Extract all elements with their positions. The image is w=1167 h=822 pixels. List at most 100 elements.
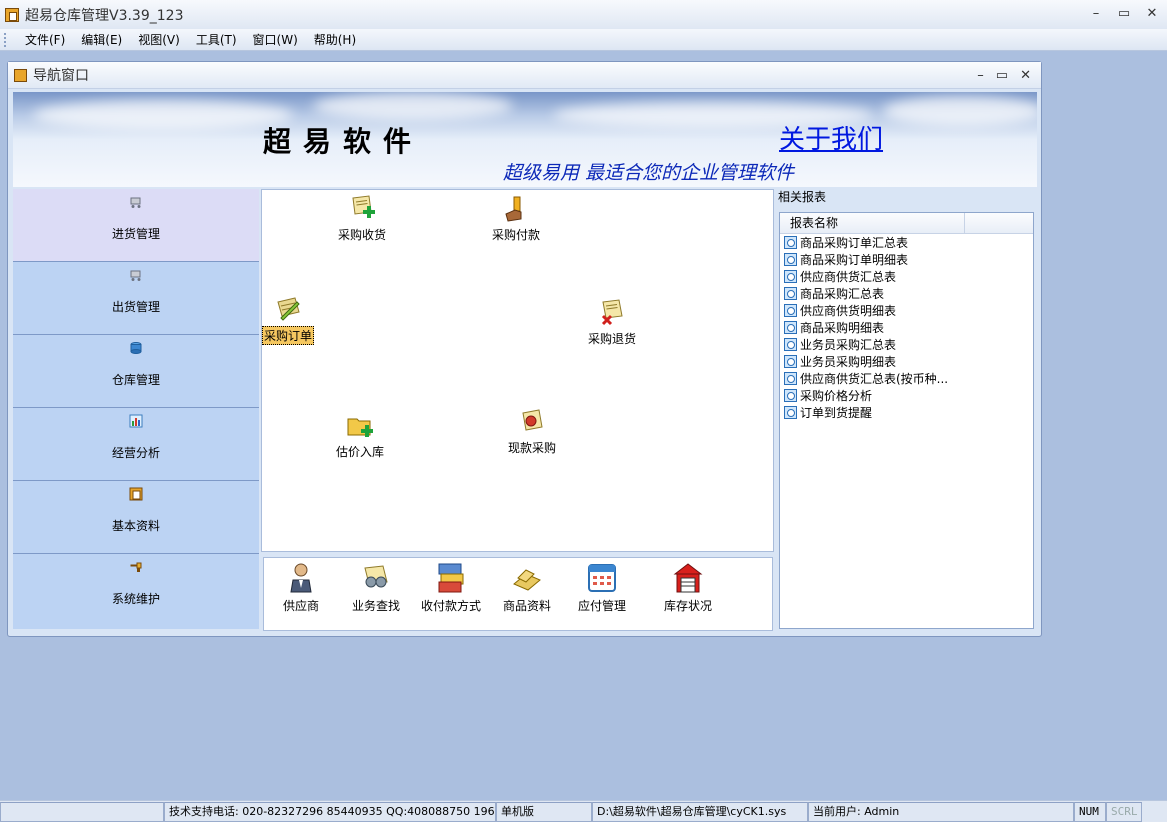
resize-grip[interactable] [1142, 802, 1167, 822]
tool-label: 供应商 [283, 599, 320, 613]
box-icon [513, 569, 541, 591]
nav-minimize-button[interactable]: – [977, 68, 984, 83]
payable-management-button[interactable]: 应付管理 [578, 562, 626, 614]
report-icon [784, 338, 797, 351]
menu-file[interactable]: 文件(F) [17, 31, 73, 48]
estimate-in-button[interactable]: 估价入库 [336, 411, 384, 460]
person-icon [290, 563, 312, 593]
nav-label: 仓库管理 [111, 373, 160, 387]
function-label: 采购付款 [492, 228, 541, 242]
nav-window-title: 导航窗口 [33, 68, 89, 84]
report-item[interactable]: 采购价格分析 [780, 387, 1033, 404]
report-name: 采购价格分析 [800, 389, 873, 403]
tool-label: 商品资料 [503, 599, 552, 613]
function-label: 现款采购 [508, 441, 557, 455]
nav-item-maintenance[interactable]: 系统维护 [13, 554, 259, 629]
nav-maximize-button[interactable]: ▭ [996, 68, 1008, 83]
purchase-receive-button[interactable]: 采购收货 [338, 194, 386, 243]
cash-purchase-button[interactable]: 现款采购 [508, 407, 556, 456]
tool-label: 收付款方式 [421, 599, 482, 613]
nav-label: 经营分析 [111, 446, 160, 460]
payment-hand-icon [505, 196, 522, 222]
status-edition: 单机版 [496, 802, 592, 822]
report-name: 商品采购汇总表 [800, 287, 885, 301]
purchase-pay-button[interactable]: 采购付款 [492, 194, 540, 243]
inventory-status-button[interactable]: 库存状况 [664, 562, 712, 614]
product-info-button[interactable]: 商品资料 [503, 562, 551, 614]
nav-item-sales[interactable]: 出货管理 [13, 262, 259, 335]
column-blank [965, 213, 1029, 233]
report-icon [784, 287, 797, 300]
business-search-button[interactable]: 业务查找 [352, 562, 400, 614]
function-label: 采购收货 [338, 228, 387, 242]
nav-item-purchase[interactable]: 进货管理 [13, 189, 259, 262]
notepad-pencil-icon [277, 297, 300, 321]
report-icon [784, 372, 797, 385]
about-us-link[interactable]: 关于我们 [779, 119, 883, 156]
report-item[interactable]: 商品采购订单汇总表 [780, 234, 1033, 251]
tool-label: 库存状况 [664, 599, 713, 613]
tool-label: 业务查找 [352, 599, 401, 613]
document-stamp-icon [522, 409, 543, 431]
reports-column-header: 报表名称 [780, 213, 1033, 234]
report-item[interactable]: 商品采购明细表 [780, 319, 1033, 336]
document-add-icon [352, 195, 375, 218]
nav-window-title-bar: 导航窗口 – ▭ ✕ [8, 62, 1041, 89]
report-name: 商品采购订单汇总表 [800, 236, 909, 250]
report-name: 商品采购订单明细表 [800, 253, 909, 267]
nav-item-warehouse[interactable]: 仓库管理 [13, 335, 259, 408]
report-item[interactable]: 订单到货提醒 [780, 404, 1033, 421]
chart-icon [129, 414, 143, 428]
status-path: D:\超易软件\超易仓库管理\cyCK1.sys [592, 802, 808, 822]
maximize-button[interactable]: ▭ [1117, 6, 1131, 21]
report-item[interactable]: 业务员采购汇总表 [780, 336, 1033, 353]
report-name: 商品采购明细表 [800, 321, 885, 335]
title-bar: 超易仓库管理V3.39_123 – ▭ ✕ [0, 0, 1167, 29]
report-name: 供应商供货汇总表(按币种... [800, 372, 949, 386]
column-report-name[interactable]: 报表名称 [780, 213, 965, 233]
folder-add-icon [347, 418, 373, 437]
folder-icon [129, 487, 143, 501]
purchase-return-button[interactable]: 采购退货 [588, 298, 636, 347]
nav-label: 系统维护 [111, 592, 160, 606]
report-item[interactable]: 商品采购汇总表 [780, 285, 1033, 302]
function-label: 采购退货 [588, 332, 637, 346]
report-name: 供应商供货明细表 [800, 304, 897, 318]
minimize-button[interactable]: – [1089, 6, 1103, 21]
nav-item-basic-data[interactable]: 基本资料 [13, 481, 259, 554]
menu-tools[interactable]: 工具(T) [188, 31, 245, 48]
nav-item-analysis[interactable]: 经营分析 [13, 408, 259, 481]
brand-title: 超易软件 [263, 125, 424, 158]
slogan: 超级易用 最适合您的企业管理软件 [503, 162, 795, 184]
menu-window[interactable]: 窗口(W) [245, 31, 306, 48]
reports-panel: 相关报表 报表名称 商品采购订单汇总表 商品采购订单明细表 供应商供货汇总表 商… [778, 189, 1035, 632]
report-item[interactable]: 供应商供货汇总表 [780, 268, 1033, 285]
nav-window-controls: – ▭ ✕ [977, 68, 1031, 83]
menu-help[interactable]: 帮助(H) [306, 31, 364, 48]
wrench-icon [130, 562, 142, 572]
nav-label: 进货管理 [111, 227, 160, 241]
report-name: 订单到货提醒 [800, 406, 873, 420]
status-scrl: SCRL [1106, 802, 1142, 822]
report-icon [784, 321, 797, 334]
supplier-button[interactable]: 供应商 [283, 562, 319, 614]
close-button[interactable]: ✕ [1145, 6, 1159, 21]
purchase-order-button[interactable]: 采购订单 [262, 294, 315, 345]
status-pane-empty [0, 802, 164, 822]
report-icon [784, 236, 797, 249]
report-icon [784, 253, 797, 266]
quick-tools: 供应商 业务查找 收付款方式 商品资料 应付管理 库存状况 [263, 557, 773, 631]
report-item[interactable]: 供应商供货明细表 [780, 302, 1033, 319]
status-bar: 技术支持电话: 020-82327296 85440935 QQ:4080887… [0, 800, 1167, 822]
menu-edit[interactable]: 编辑(E) [73, 31, 130, 48]
menu-view[interactable]: 视图(V) [130, 31, 188, 48]
report-item[interactable]: 业务员采购明细表 [780, 353, 1033, 370]
nav-close-button[interactable]: ✕ [1020, 68, 1031, 83]
document-delete-icon [601, 299, 623, 326]
report-item[interactable]: 供应商供货汇总表(按币种... [780, 370, 1033, 387]
payment-method-button[interactable]: 收付款方式 [421, 562, 481, 614]
report-icon [784, 270, 797, 283]
report-item[interactable]: 商品采购订单明细表 [780, 251, 1033, 268]
reports-list[interactable]: 报表名称 商品采购订单汇总表 商品采购订单明细表 供应商供货汇总表 商品采购汇总… [779, 212, 1034, 629]
nav-window: 导航窗口 – ▭ ✕ 超易软件 关于我们 超级易用 最适合您的企业管理软件 进货… [7, 61, 1042, 637]
